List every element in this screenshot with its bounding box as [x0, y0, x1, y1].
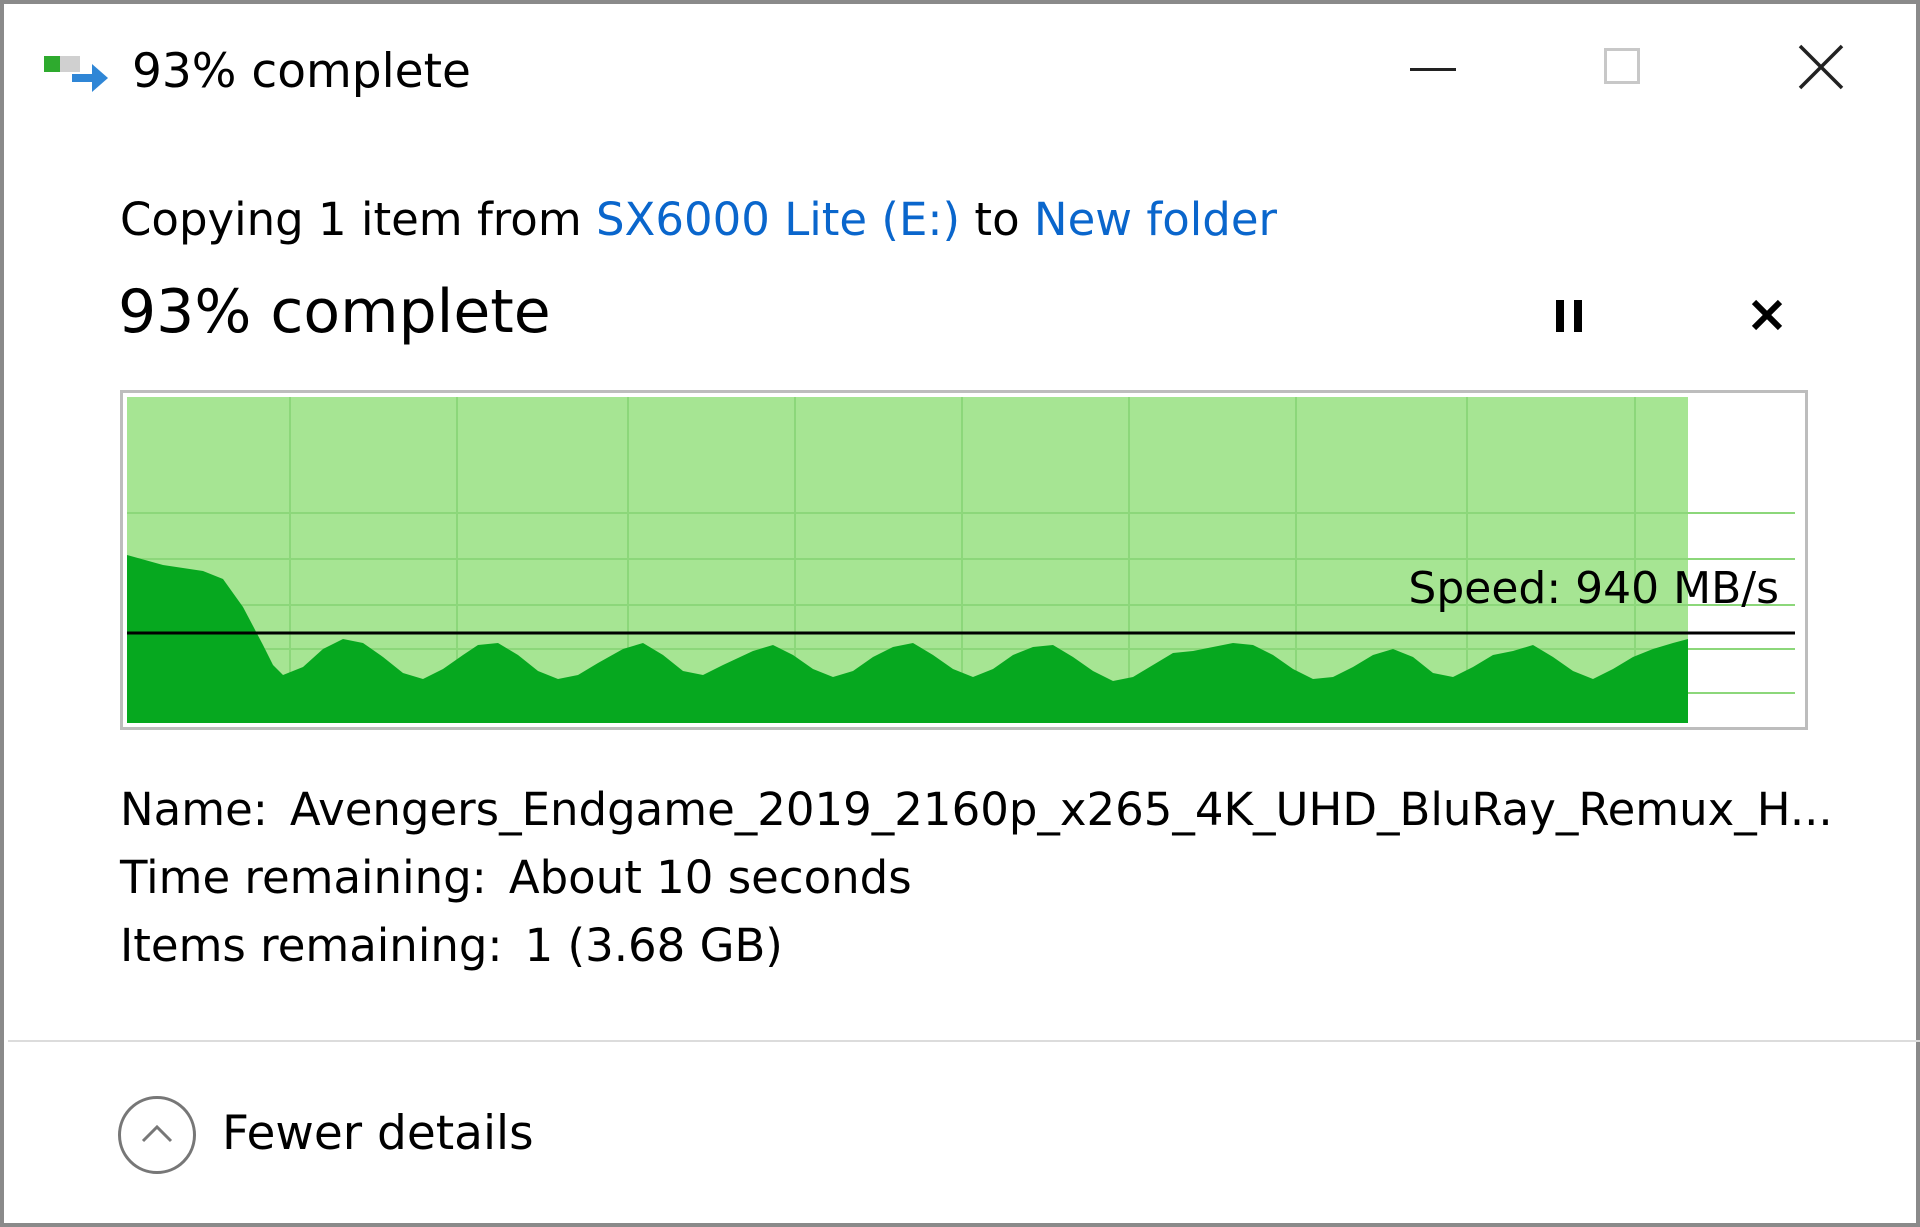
progress-percent-label: 93% complete — [118, 277, 551, 347]
speed-label: Speed: 940 MB/s — [1408, 563, 1779, 614]
close-button[interactable] — [1770, 24, 1870, 114]
details-panel: Name: Avengers_Endgame_2019_2160p_x265_4K… — [120, 776, 1833, 980]
items-remaining-row: Items remaining: 1 (3.68 GB) — [120, 912, 1833, 980]
pause-button[interactable] — [1536, 282, 1606, 352]
time-remaining-value: About 10 seconds — [508, 851, 912, 904]
time-remaining-row: Time remaining: About 10 seconds — [120, 844, 1833, 912]
chevron-up-icon — [118, 1096, 196, 1174]
maximize-button[interactable] — [1574, 24, 1674, 114]
maximize-icon — [1604, 48, 1640, 84]
file-copy-icon — [44, 56, 108, 92]
name-value: Avengers_Endgame_2019_2160p_x265_4K_UHD_… — [289, 783, 1833, 836]
source-link[interactable]: SX6000 Lite (E:) — [596, 193, 960, 246]
speed-graph-canvas — [127, 397, 1795, 723]
pause-icon — [1556, 300, 1582, 332]
name-label: Name: — [120, 783, 268, 836]
fewer-details-label: Fewer details — [222, 1106, 534, 1161]
footer-divider — [8, 1040, 1920, 1042]
cancel-button[interactable] — [1734, 282, 1804, 352]
window-title: 93% complete — [132, 44, 471, 99]
name-row: Name: Avengers_Endgame_2019_2160p_x265_4K… — [120, 776, 1833, 844]
title-bar[interactable]: 93% complete — [4, 4, 1916, 132]
copy-description: Copying 1 item from SX6000 Lite (E:) to … — [120, 190, 1277, 250]
speed-graph: Speed: 940 MB/s — [120, 390, 1808, 730]
items-remaining-value: 1 (3.68 GB) — [524, 919, 783, 972]
minimize-button[interactable] — [1382, 24, 1482, 114]
cancel-icon — [1751, 299, 1783, 331]
copy-middle-text: to — [960, 193, 1034, 246]
items-remaining-label: Items remaining: — [120, 919, 503, 972]
copy-progress-dialog: 93% complete Copying 1 item from SX6000 … — [0, 0, 1920, 1227]
destination-link[interactable]: New folder — [1034, 193, 1277, 246]
minimize-icon — [1410, 68, 1456, 71]
time-remaining-label: Time remaining: — [120, 851, 487, 904]
copy-prefix-text: Copying 1 item from — [120, 193, 596, 246]
close-icon — [1798, 44, 1844, 90]
